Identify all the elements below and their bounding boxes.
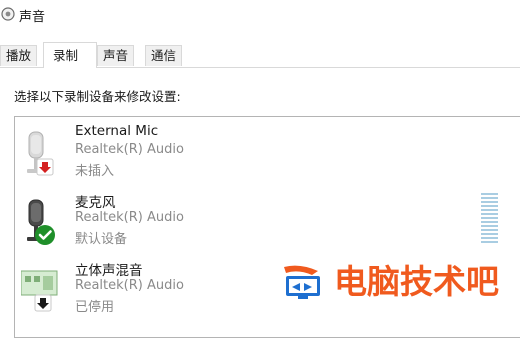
tab-communications[interactable]: 通信: [145, 45, 183, 66]
level-meter: [481, 193, 498, 245]
tab-playback[interactable]: 播放: [0, 45, 38, 66]
sound-card-icon: [21, 270, 58, 312]
device-driver: Realtek(R) Audio: [75, 278, 184, 293]
device-name: 麦克风: [75, 195, 116, 211]
device-driver: Realtek(R) Audio: [75, 142, 184, 157]
list-item-external-mic[interactable]: External Mic Realtek(R) Audio 未插入: [15, 117, 485, 183]
device-name: External Mic: [75, 123, 159, 139]
device-name: 立体声混音: [75, 263, 143, 279]
microphone-icon: [27, 131, 54, 176]
instruction-text: 选择以下录制设备来修改设置:: [14, 89, 181, 104]
device-list[interactable]: External Mic Realtek(R) Audio 未插入 麦克风 Re…: [14, 116, 520, 338]
microphone-icon: [27, 199, 55, 245]
window-title: 声音: [19, 10, 46, 25]
list-item-microphone[interactable]: 麦克风 Realtek(R) Audio 默认设备: [15, 185, 485, 251]
black-down-arrow-icon: [34, 294, 52, 312]
watermark: 电脑技术吧: [276, 262, 520, 302]
device-status: 默认设备: [75, 232, 128, 247]
watermark-text: 电脑技术吧: [334, 262, 499, 301]
device-driver: Realtek(R) Audio: [75, 210, 184, 225]
green-check-icon: [35, 225, 55, 245]
device-status: 未插入: [75, 164, 115, 179]
red-down-arrow-icon: [36, 158, 54, 176]
speaker-icon: [1, 7, 15, 21]
tab-sounds[interactable]: 声音: [97, 45, 135, 66]
device-status: 已停用: [75, 300, 115, 315]
tab-strip: 播放 录制 声音 通信: [0, 42, 520, 68]
title-bar: 声音: [0, 0, 520, 32]
computer-logo-icon: [284, 265, 320, 299]
tab-recording[interactable]: 录制: [43, 42, 97, 68]
